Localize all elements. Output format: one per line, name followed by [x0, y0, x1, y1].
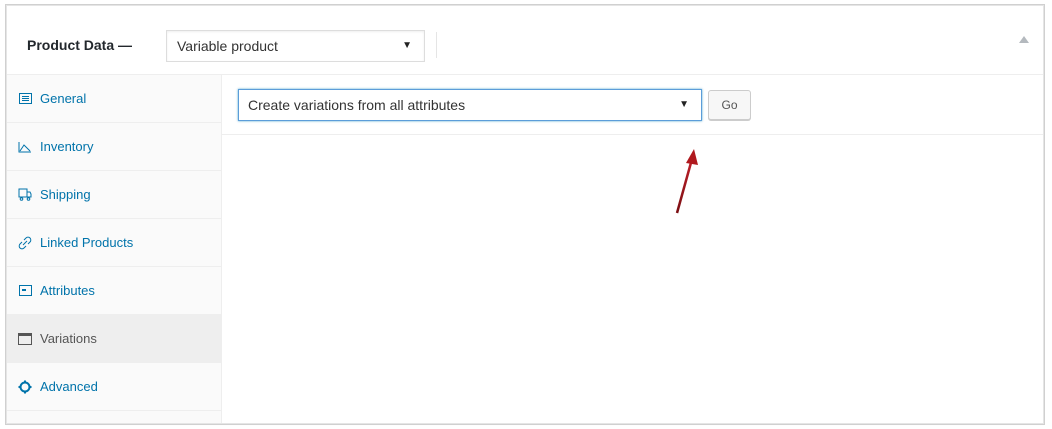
tab-general[interactable]: General	[7, 75, 221, 123]
annotation-arrow-icon	[675, 149, 698, 214]
general-icon	[18, 92, 32, 106]
tab-label: Advanced	[40, 379, 98, 394]
product-data-tabs: General Inventory Shipping Linked Produc…	[7, 75, 222, 423]
inventory-icon	[18, 140, 32, 154]
tab-inventory[interactable]: Inventory	[7, 123, 221, 171]
variations-panel: Create variations from all attributes ▼ …	[222, 75, 1043, 423]
variations-toolbar: Create variations from all attributes ▼ …	[222, 75, 1043, 135]
tab-label: General	[40, 91, 87, 106]
gear-icon	[18, 380, 32, 394]
go-button[interactable]: Go	[708, 90, 751, 120]
variation-action-value: Create variations from all attributes	[248, 97, 466, 113]
link-icon	[18, 236, 32, 250]
tab-linked-products[interactable]: Linked Products	[7, 219, 221, 267]
product-data-panel: Product Data — Variable product ▼ Genera…	[5, 4, 1045, 425]
tab-variations[interactable]: Variations	[7, 315, 221, 363]
dropdown-arrow-icon: ▼	[402, 40, 412, 51]
variations-icon	[18, 332, 32, 346]
tab-attributes[interactable]: Attributes	[7, 267, 221, 315]
tab-shipping[interactable]: Shipping	[7, 171, 221, 219]
tab-label: Linked Products	[40, 235, 134, 250]
tab-label: Attributes	[40, 283, 95, 298]
tab-label: Inventory	[40, 139, 94, 154]
shipping-icon	[18, 188, 32, 202]
product-type-value: Variable product	[177, 38, 278, 54]
header-divider	[436, 32, 437, 58]
collapse-toggle-icon[interactable]	[1019, 36, 1029, 43]
tab-advanced[interactable]: Advanced	[7, 363, 221, 411]
tab-label: Shipping	[40, 187, 91, 202]
panel-title: Product Data —	[27, 37, 133, 53]
dropdown-arrow-icon: ▼	[679, 99, 689, 110]
variation-action-select[interactable]: Create variations from all attributes ▼	[238, 89, 702, 121]
attributes-icon	[18, 284, 32, 298]
tab-label: Variations	[40, 331, 97, 346]
product-type-select[interactable]: Variable product ▼	[166, 30, 425, 62]
panel-header: Product Data — Variable product ▼	[7, 6, 1043, 75]
